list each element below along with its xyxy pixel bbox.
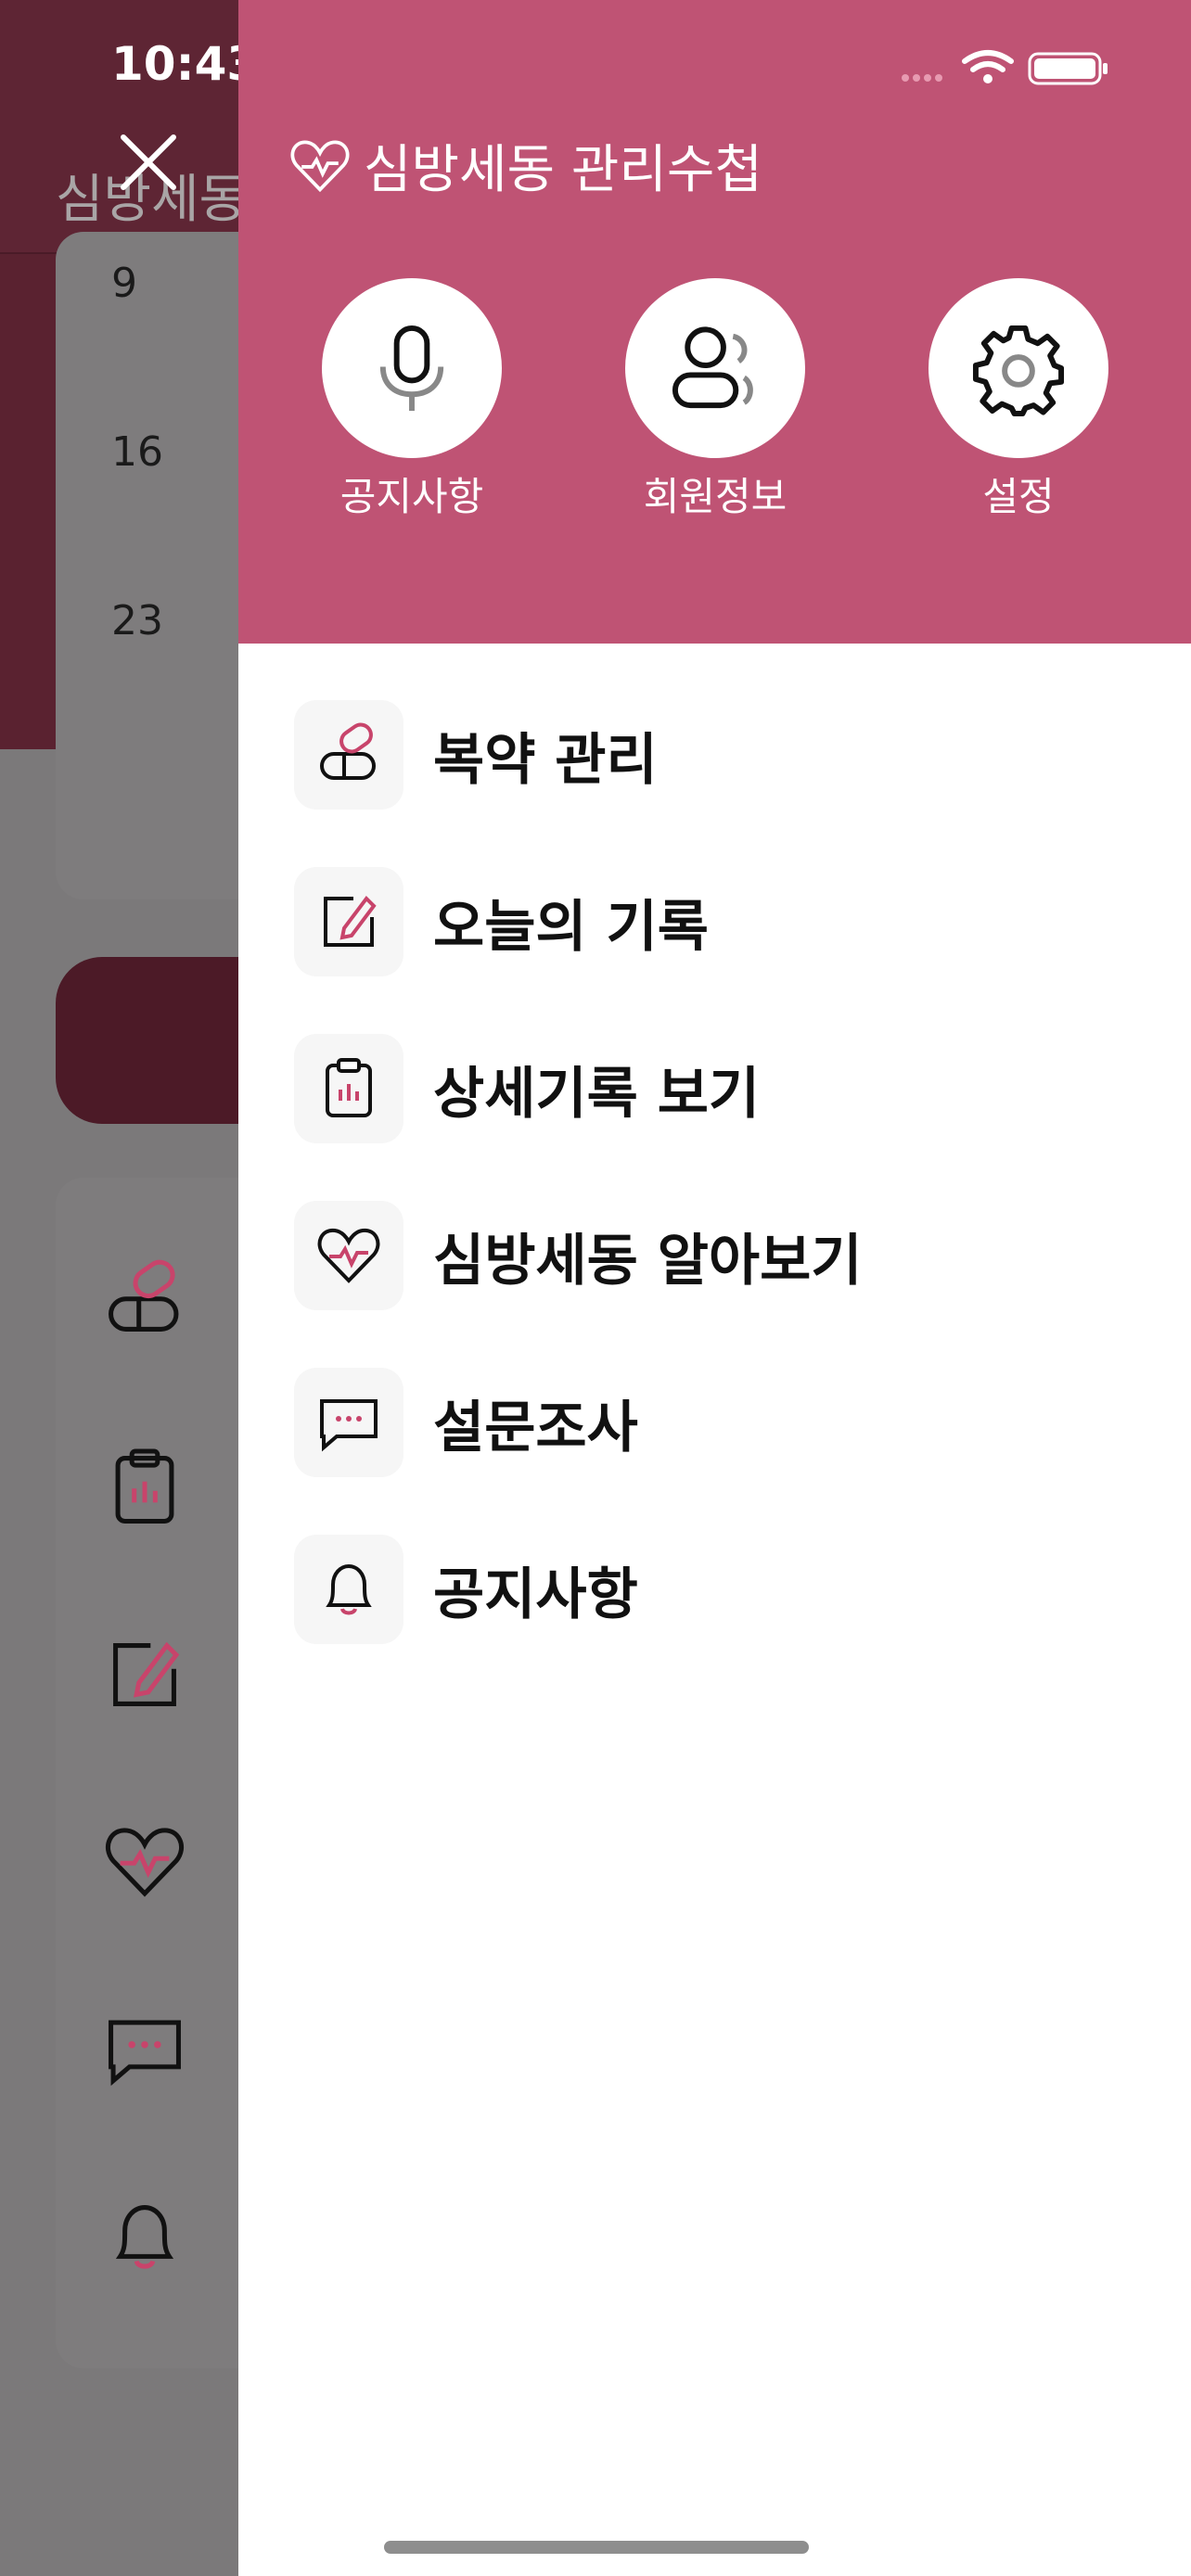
drawer-menu: 복약 관리 오늘의 기록 상세기록 보기 심방세동 알아보기 설문조사 공지사항 xyxy=(294,671,863,1673)
menu-icon-box xyxy=(294,867,403,976)
heart-pulse-icon xyxy=(290,140,350,192)
status-time: 10:43 xyxy=(111,37,260,91)
quick-action-circle[interactable] xyxy=(928,278,1108,458)
edit-icon xyxy=(113,1641,180,1706)
quick-action-notice[interactable]: 공지사항 xyxy=(322,278,502,522)
menu-item-label: 공지사항 xyxy=(433,1562,638,1627)
heart-pulse-icon xyxy=(106,1828,184,1897)
microphone-icon xyxy=(379,325,444,412)
drawer-title: 심방세동 관리수첩 xyxy=(364,140,762,200)
bell-icon xyxy=(115,2205,174,2269)
menu-icon-box xyxy=(294,700,403,810)
pill-icon xyxy=(109,1259,179,1332)
edit-icon xyxy=(324,895,377,947)
calendar-day: 9 xyxy=(111,260,137,307)
calendar-day: 16 xyxy=(111,428,163,476)
heart-pulse-icon xyxy=(317,1228,380,1283)
home-indicator[interactable] xyxy=(384,2541,809,2554)
menu-icon-box xyxy=(294,1368,403,1477)
menu-item-learn-afib[interactable]: 심방세동 알아보기 xyxy=(294,1172,863,1339)
quick-action-circle[interactable] xyxy=(625,278,805,458)
drawer-title-row: 심방세동 관리수첩 xyxy=(289,128,762,203)
calendar-day: 23 xyxy=(111,597,163,644)
wifi-icon xyxy=(962,50,1014,83)
pill-icon xyxy=(320,722,376,780)
battery-icon xyxy=(1028,52,1108,85)
status-icons xyxy=(900,48,1122,89)
close-icon[interactable] xyxy=(116,130,181,195)
menu-item-label: 상세기록 보기 xyxy=(433,1061,761,1127)
menu-item-label: 심방세동 알아보기 xyxy=(433,1228,863,1294)
drawer-header: 심방세동 관리수첩 공지사항 회원정보 설정 xyxy=(238,0,1191,644)
quick-action-circle[interactable] xyxy=(322,278,502,458)
menu-icon-box xyxy=(294,1201,403,1310)
menu-item-notice[interactable]: 공지사항 xyxy=(294,1506,863,1673)
menu-item-survey[interactable]: 설문조사 xyxy=(294,1339,863,1506)
chat-icon xyxy=(320,1399,378,1452)
clipboard-icon xyxy=(115,1448,174,1524)
menu-icon-box xyxy=(294,1535,403,1644)
bell-icon xyxy=(326,1563,372,1615)
signal-icon xyxy=(902,74,942,82)
menu-item-label: 오늘의 기록 xyxy=(433,894,709,960)
menu-item-label: 설문조사 xyxy=(433,1395,638,1460)
quick-action-member-info[interactable]: 회원정보 xyxy=(625,278,805,522)
users-icon xyxy=(672,326,753,409)
quick-action-label: 회원정보 xyxy=(643,474,788,519)
menu-item-today-record[interactable]: 오늘의 기록 xyxy=(294,838,863,1005)
side-drawer: 심방세동 관리수첩 공지사항 회원정보 설정 복약 관리 오늘의 기록 상세기록… xyxy=(238,0,1191,2576)
gear-icon xyxy=(972,325,1065,416)
menu-item-medication[interactable]: 복약 관리 xyxy=(294,671,863,838)
chat-icon xyxy=(109,2020,181,2086)
quick-action-settings[interactable]: 설정 xyxy=(928,278,1108,522)
quick-action-label: 설정 xyxy=(982,474,1055,519)
clipboard-icon xyxy=(326,1058,372,1117)
status-bar-icons xyxy=(902,50,1108,85)
menu-icon-box xyxy=(294,1034,403,1143)
menu-item-detailed-records[interactable]: 상세기록 보기 xyxy=(294,1005,863,1172)
quick-action-label: 공지사항 xyxy=(339,474,484,519)
menu-item-label: 복약 관리 xyxy=(433,727,658,793)
